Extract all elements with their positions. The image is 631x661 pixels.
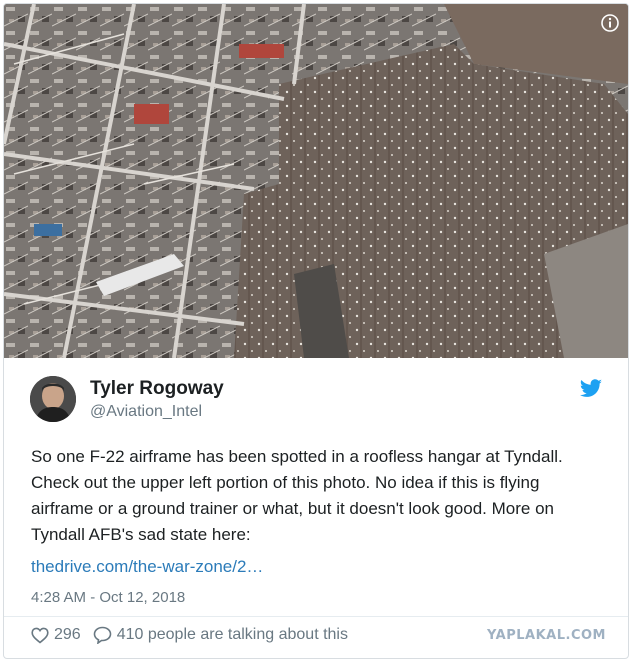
author-name[interactable]: Tyler Rogoway — [90, 378, 224, 400]
tweet-card[interactable]: Tyler Rogoway @Aviation_Intel So one F-2… — [3, 3, 629, 659]
tweet-timestamp[interactable]: 4:28 AM - Oct 12, 2018 — [31, 589, 185, 606]
twitter-bird-icon[interactable] — [579, 379, 603, 399]
hangar-photo[interactable] — [4, 4, 628, 358]
watermark: YAPLAKAL.COM — [487, 628, 606, 643]
article-link[interactable]: thedrive.com/the-war-zone/2… — [31, 557, 263, 577]
tweet-text: So one F-22 airframe has been spotted in… — [31, 447, 563, 544]
conversation-link[interactable]: 410 people are talking about this — [117, 626, 348, 644]
like-count[interactable]: 296 — [54, 626, 81, 644]
author-handle[interactable]: @Aviation_Intel — [90, 403, 202, 421]
divider — [4, 616, 628, 617]
info-icon[interactable] — [600, 13, 620, 33]
avatar[interactable] — [30, 376, 76, 422]
heart-icon[interactable] — [31, 627, 49, 644]
damaged-hangar-image — [4, 4, 628, 358]
tweet-actions: 296 410 people are talking about this — [31, 624, 348, 646]
speech-bubble-icon[interactable] — [93, 626, 112, 645]
